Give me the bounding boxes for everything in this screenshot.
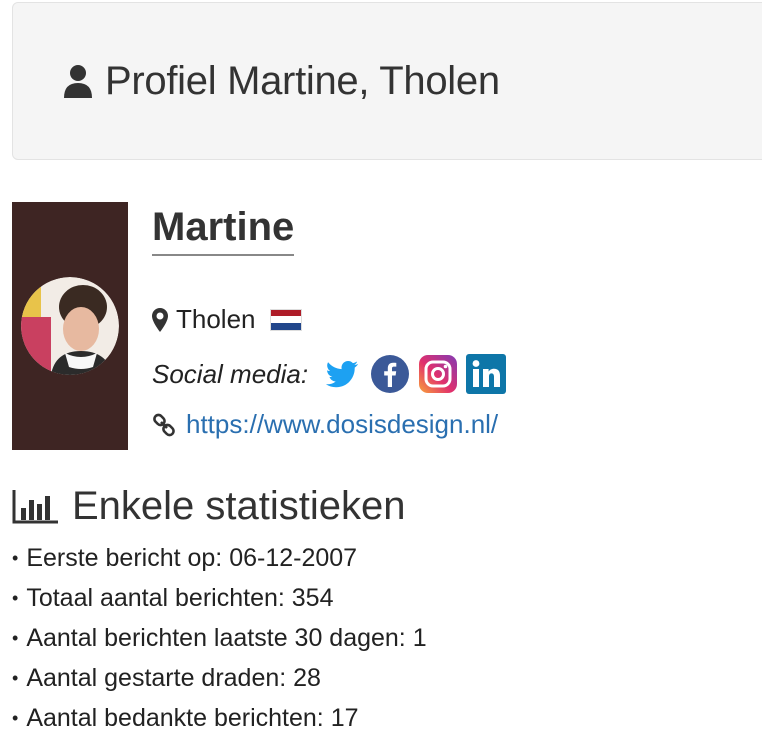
statistics-section: Enkele statistieken • Eerste bericht op: …	[12, 480, 752, 738]
page-title: Profiel Martine, Tholen	[105, 58, 500, 103]
list-item: • Aantal gestarte draden: 28	[12, 658, 752, 698]
avatar[interactable]	[21, 277, 119, 375]
website-link[interactable]: https://www.dosisdesign.nl/	[186, 409, 498, 440]
twitter-icon[interactable]	[322, 354, 362, 394]
stat-first-post: Eerste bericht op: 06-12-2007	[26, 544, 358, 572]
stat-thanked-posts: Aantal bedankte berichten: 17	[26, 704, 359, 732]
link-icon	[153, 413, 175, 436]
username-link[interactable]: Martine	[152, 202, 295, 256]
list-item: • Aantal berichten laatste 30 dagen: 1	[12, 618, 752, 658]
page-header: Profiel Martine, Tholen	[12, 2, 762, 160]
website: https://www.dosisdesign.nl/	[152, 409, 498, 440]
profile-info: Martine Tholen Social media: https://www…	[152, 202, 752, 439]
user-icon	[64, 65, 92, 98]
location: Tholen	[152, 304, 302, 335]
bar-chart-icon	[12, 490, 58, 524]
netherlands-flag-icon	[269, 308, 302, 331]
linkedin-icon[interactable]	[466, 354, 507, 394]
stat-started-threads: Aantal gestarte draden: 28	[26, 664, 321, 692]
stat-total-posts: Totaal aantal berichten: 354	[26, 584, 334, 612]
facebook-icon[interactable]	[370, 354, 410, 394]
instagram-icon[interactable]	[418, 354, 458, 394]
map-marker-icon	[152, 307, 168, 332]
list-item: • Aantal bedankte berichten: 17	[12, 698, 752, 738]
statistics-title: Enkele statistieken	[72, 483, 406, 528]
stat-posts-last-30-days: Aantal berichten laatste 30 dagen: 1	[26, 624, 427, 652]
social-media-label: Social media:	[152, 358, 309, 389]
social-media: Social media:	[152, 354, 507, 394]
statistics-heading: Enkele statistieken	[12, 480, 752, 532]
statistics-list: • Eerste bericht op: 06-12-2007 • Totaal a…	[12, 538, 752, 738]
list-item: • Eerste bericht op: 06-12-2007	[12, 538, 752, 578]
list-item: • Totaal aantal berichten: 354	[12, 578, 752, 618]
location-text: Tholen	[176, 304, 256, 334]
avatar-panel	[12, 202, 128, 450]
